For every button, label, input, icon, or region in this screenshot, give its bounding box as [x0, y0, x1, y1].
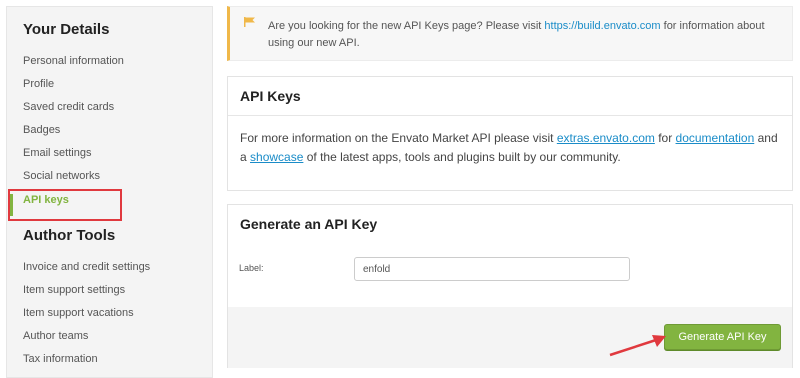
- extras-envato-link[interactable]: extras.envato.com: [557, 131, 655, 145]
- generate-api-key-title: Generate an API Key: [240, 216, 378, 232]
- api-keys-text-4: of the latest apps, tools and plugins bu…: [303, 150, 621, 164]
- generate-api-key-button[interactable]: Generate API Key: [664, 324, 781, 350]
- showcase-link[interactable]: showcase: [250, 150, 303, 164]
- annotation-arrow-icon: [609, 335, 666, 357]
- sidebar-item-author-teams[interactable]: Author teams: [23, 330, 88, 342]
- sidebar-item-profile[interactable]: Profile: [23, 78, 54, 90]
- flag-icon: [244, 17, 255, 27]
- sidebar: Your Details Personal information Profil…: [6, 6, 213, 378]
- api-keys-panel: API Keys For more information on the Env…: [227, 76, 793, 191]
- sidebar-item-api-keys[interactable]: API keys: [23, 194, 69, 206]
- notice-text-before: Are you looking for the new API Keys pag…: [268, 20, 545, 32]
- sidebar-item-personal-information[interactable]: Personal information: [23, 55, 124, 67]
- sidebar-item-saved-credit-cards[interactable]: Saved credit cards: [23, 101, 114, 113]
- label-input[interactable]: [354, 257, 630, 281]
- sidebar-item-item-support-vacations[interactable]: Item support vacations: [23, 307, 134, 319]
- sidebar-item-email-settings[interactable]: Email settings: [23, 147, 91, 159]
- api-keys-text-2: for: [654, 131, 676, 145]
- sidebar-item-badges[interactable]: Badges: [23, 124, 60, 136]
- api-keys-divider: [228, 115, 792, 116]
- author-tools-heading: Author Tools: [23, 227, 116, 244]
- sidebar-item-social-networks[interactable]: Social networks: [23, 170, 100, 182]
- api-keys-text-1: For more information on the Envato Marke…: [240, 131, 557, 145]
- documentation-link[interactable]: documentation: [676, 131, 755, 145]
- sidebar-item-invoice-and-credit-settings[interactable]: Invoice and credit settings: [23, 261, 150, 273]
- sidebar-item-item-support-settings[interactable]: Item support settings: [23, 284, 125, 296]
- active-indicator: [10, 194, 13, 216]
- label-field-label: Label:: [239, 263, 264, 273]
- build-envato-link[interactable]: https://build.envato.com: [544, 20, 660, 32]
- your-details-heading: Your Details: [23, 21, 110, 38]
- api-notice-banner: Are you looking for the new API Keys pag…: [227, 6, 793, 61]
- notice-text: Are you looking for the new API Keys pag…: [268, 18, 768, 52]
- api-keys-title: API Keys: [240, 88, 301, 104]
- sidebar-item-tax-information[interactable]: Tax information: [23, 353, 98, 365]
- api-keys-description: For more information on the Envato Marke…: [240, 129, 785, 167]
